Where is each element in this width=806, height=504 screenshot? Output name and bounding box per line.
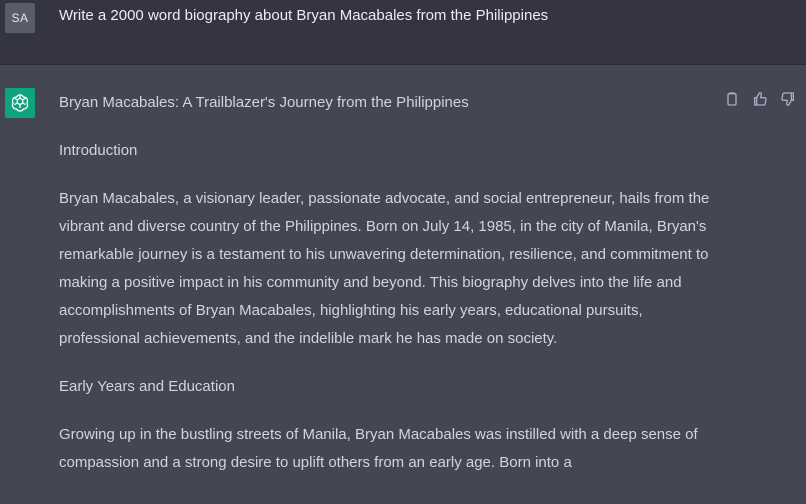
clipboard-icon	[727, 92, 737, 106]
thumbs-down-button[interactable]	[779, 90, 797, 108]
copy-button[interactable]	[723, 90, 741, 108]
message-actions	[723, 90, 797, 108]
response-title: Bryan Macabales: A Trailblazer's Journey…	[59, 94, 469, 111]
user-avatar: SA	[5, 3, 35, 33]
paragraph-early-years: Growing up in the bustling streets of Ma…	[59, 426, 698, 471]
thumbs-down-icon	[781, 92, 794, 106]
paragraph-introduction: Bryan Macabales, a visionary leader, pas…	[59, 190, 710, 347]
assistant-response: Bryan Macabales: A Trailblazer's Journey…	[59, 89, 719, 497]
user-message-row: SA Write a 2000 word biography about Bry…	[0, 0, 806, 65]
section-heading-early-years: Early Years and Education	[59, 378, 235, 395]
openai-logo-icon	[5, 88, 35, 118]
thumbs-up-button[interactable]	[751, 90, 769, 108]
section-heading-introduction: Introduction	[59, 142, 138, 159]
assistant-message-row: Bryan Macabales: A Trailblazer's Journey…	[0, 65, 806, 504]
user-prompt-text: Write a 2000 word biography about Bryan …	[59, 7, 549, 24]
thumbs-up-icon	[754, 92, 767, 106]
